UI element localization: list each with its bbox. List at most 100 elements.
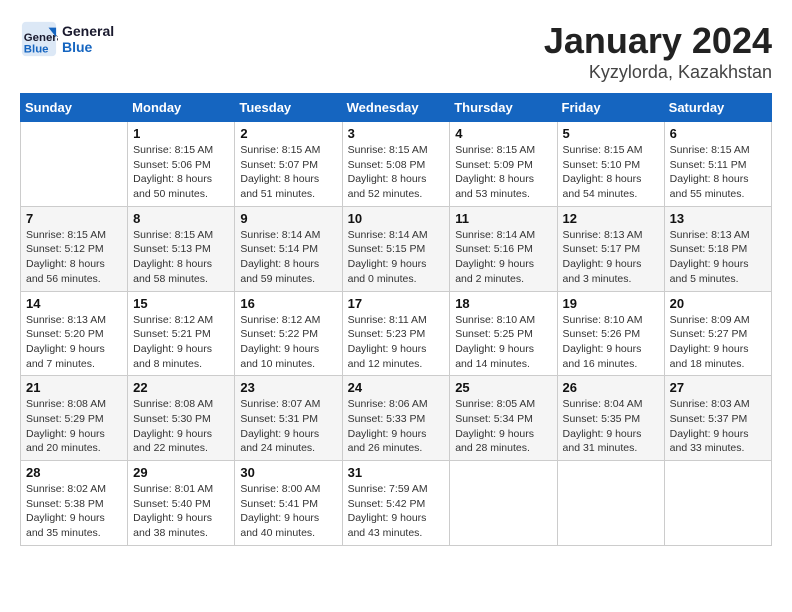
day-info: Sunrise: 8:15 AM Sunset: 5:12 PM Dayligh… [26, 228, 122, 287]
calendar-cell: 14 Sunrise: 8:13 AM Sunset: 5:20 PM Dayli… [21, 291, 128, 376]
day-number: 13 [670, 211, 766, 226]
calendar-cell: 3 Sunrise: 8:15 AM Sunset: 5:08 PM Daylig… [342, 122, 450, 207]
calendar-cell: 9Sunrise: 8:14 AM Sunset: 5:14 PM Daylig… [235, 206, 342, 291]
weekday-header: Saturday [664, 94, 771, 122]
calendar-cell: 8 Sunrise: 8:15 AM Sunset: 5:13 PM Daylig… [128, 206, 235, 291]
calendar-cell: 24 Sunrise: 8:06 AM Sunset: 5:33 PM Dayli… [342, 376, 450, 461]
day-info: Sunrise: 8:15 AM Sunset: 5:08 PM Dayligh… [348, 143, 445, 202]
day-info: Sunrise: 8:12 AM Sunset: 5:21 PM Dayligh… [133, 313, 229, 372]
calendar-cell [21, 122, 128, 207]
calendar-cell: 1Sunrise: 8:15 AM Sunset: 5:06 PM Daylig… [128, 122, 235, 207]
calendar-cell: 19 Sunrise: 8:10 AM Sunset: 5:26 PM Dayli… [557, 291, 664, 376]
day-number: 5 [563, 126, 659, 141]
calendar-cell [450, 461, 557, 546]
calendar-cell: 17Sunrise: 8:11 AM Sunset: 5:23 PM Dayli… [342, 291, 450, 376]
svg-text:General: General [24, 32, 58, 44]
day-info: Sunrise: 8:15 AM Sunset: 5:11 PM Dayligh… [670, 143, 766, 202]
day-number: 3 [348, 126, 445, 141]
day-number: 12 [563, 211, 659, 226]
logo-blue: Blue [62, 39, 114, 55]
calendar-cell: 5 Sunrise: 8:15 AM Sunset: 5:10 PM Daylig… [557, 122, 664, 207]
day-number: 2 [240, 126, 336, 141]
day-info: Sunrise: 8:15 AM Sunset: 5:09 PM Dayligh… [455, 143, 551, 202]
day-number: 25 [455, 380, 551, 395]
day-info: Sunrise: 8:08 AM Sunset: 5:30 PM Dayligh… [133, 397, 229, 456]
day-number: 31 [348, 465, 445, 480]
calendar-cell: 23 Sunrise: 8:07 AM Sunset: 5:31 PM Dayli… [235, 376, 342, 461]
calendar-cell [557, 461, 664, 546]
day-info: Sunrise: 8:02 AM Sunset: 5:38 PM Dayligh… [26, 482, 122, 541]
weekday-header: Monday [128, 94, 235, 122]
calendar-cell: 7 Sunrise: 8:15 AM Sunset: 5:12 PM Daylig… [21, 206, 128, 291]
calendar-table: SundayMondayTuesdayWednesdayThursdayFrid… [20, 93, 772, 546]
day-info: Sunrise: 8:14 AM Sunset: 5:15 PM Dayligh… [348, 228, 445, 287]
day-info: Sunrise: 8:11 AM Sunset: 5:23 PM Dayligh… [348, 313, 445, 372]
calendar-cell: 16 Sunrise: 8:12 AM Sunset: 5:22 PM Dayli… [235, 291, 342, 376]
day-number: 26 [563, 380, 659, 395]
day-number: 4 [455, 126, 551, 141]
location-title: Kyzylorda, Kazakhstan [544, 62, 772, 83]
day-info: Sunrise: 8:13 AM Sunset: 5:20 PM Dayligh… [26, 313, 122, 372]
day-number: 30 [240, 465, 336, 480]
day-info: Sunrise: 8:09 AM Sunset: 5:27 PM Dayligh… [670, 313, 766, 372]
calendar-cell: 30 Sunrise: 8:00 AM Sunset: 5:41 PM Dayli… [235, 461, 342, 546]
day-number: 19 [563, 296, 659, 311]
calendar-cell: 26 Sunrise: 8:04 AM Sunset: 5:35 PM Dayli… [557, 376, 664, 461]
day-info: Sunrise: 8:01 AM Sunset: 5:40 PM Dayligh… [133, 482, 229, 541]
calendar-cell: 12 Sunrise: 8:13 AM Sunset: 5:17 PM Dayli… [557, 206, 664, 291]
day-number: 20 [670, 296, 766, 311]
calendar-cell: 15Sunrise: 8:12 AM Sunset: 5:21 PM Dayli… [128, 291, 235, 376]
calendar-cell: 10 Sunrise: 8:14 AM Sunset: 5:15 PM Dayli… [342, 206, 450, 291]
day-number: 7 [26, 211, 122, 226]
day-info: Sunrise: 8:06 AM Sunset: 5:33 PM Dayligh… [348, 397, 445, 456]
day-info: Sunrise: 8:08 AM Sunset: 5:29 PM Dayligh… [26, 397, 122, 456]
day-info: Sunrise: 8:15 AM Sunset: 5:13 PM Dayligh… [133, 228, 229, 287]
day-info: Sunrise: 8:04 AM Sunset: 5:35 PM Dayligh… [563, 397, 659, 456]
weekday-header: Friday [557, 94, 664, 122]
calendar-cell: 31 Sunrise: 7:59 AM Sunset: 5:42 PM Dayli… [342, 461, 450, 546]
weekday-header: Thursday [450, 94, 557, 122]
calendar-cell: 29 Sunrise: 8:01 AM Sunset: 5:40 PM Dayli… [128, 461, 235, 546]
calendar-cell: 2 Sunrise: 8:15 AM Sunset: 5:07 PM Daylig… [235, 122, 342, 207]
day-number: 9 [240, 211, 336, 226]
day-number: 8 [133, 211, 229, 226]
logo: General Blue General Blue [20, 20, 114, 58]
day-info: Sunrise: 8:13 AM Sunset: 5:17 PM Dayligh… [563, 228, 659, 287]
day-number: 27 [670, 380, 766, 395]
day-info: Sunrise: 8:05 AM Sunset: 5:34 PM Dayligh… [455, 397, 551, 456]
day-number: 14 [26, 296, 122, 311]
day-number: 16 [240, 296, 336, 311]
month-title: January 2024 [544, 20, 772, 62]
weekday-header: Wednesday [342, 94, 450, 122]
logo-icon: General Blue [20, 20, 58, 58]
day-info: Sunrise: 8:14 AM Sunset: 5:16 PM Dayligh… [455, 228, 551, 287]
weekday-header: Sunday [21, 94, 128, 122]
svg-text:Blue: Blue [24, 43, 49, 55]
title-block: January 2024 Kyzylorda, Kazakhstan [544, 20, 772, 83]
day-info: Sunrise: 8:15 AM Sunset: 5:07 PM Dayligh… [240, 143, 336, 202]
calendar-cell: 18Sunrise: 8:10 AM Sunset: 5:25 PM Dayli… [450, 291, 557, 376]
day-number: 28 [26, 465, 122, 480]
day-info: Sunrise: 8:15 AM Sunset: 5:06 PM Dayligh… [133, 143, 229, 202]
day-number: 21 [26, 380, 122, 395]
day-info: Sunrise: 8:07 AM Sunset: 5:31 PM Dayligh… [240, 397, 336, 456]
day-info: Sunrise: 8:15 AM Sunset: 5:10 PM Dayligh… [563, 143, 659, 202]
day-number: 18 [455, 296, 551, 311]
day-info: Sunrise: 8:10 AM Sunset: 5:26 PM Dayligh… [563, 313, 659, 372]
calendar-cell: 4 Sunrise: 8:15 AM Sunset: 5:09 PM Daylig… [450, 122, 557, 207]
day-number: 29 [133, 465, 229, 480]
day-info: Sunrise: 8:13 AM Sunset: 5:18 PM Dayligh… [670, 228, 766, 287]
day-info: Sunrise: 8:00 AM Sunset: 5:41 PM Dayligh… [240, 482, 336, 541]
day-number: 23 [240, 380, 336, 395]
calendar-cell [664, 461, 771, 546]
calendar-cell: 11Sunrise: 8:14 AM Sunset: 5:16 PM Dayli… [450, 206, 557, 291]
calendar-cell: 28 Sunrise: 8:02 AM Sunset: 5:38 PM Dayli… [21, 461, 128, 546]
day-info: Sunrise: 8:03 AM Sunset: 5:37 PM Dayligh… [670, 397, 766, 456]
day-info: Sunrise: 7:59 AM Sunset: 5:42 PM Dayligh… [348, 482, 445, 541]
day-info: Sunrise: 8:12 AM Sunset: 5:22 PM Dayligh… [240, 313, 336, 372]
page-header: General Blue General Blue January 2024 K… [20, 20, 772, 83]
day-number: 22 [133, 380, 229, 395]
day-number: 24 [348, 380, 445, 395]
weekday-header: Tuesday [235, 94, 342, 122]
day-number: 10 [348, 211, 445, 226]
